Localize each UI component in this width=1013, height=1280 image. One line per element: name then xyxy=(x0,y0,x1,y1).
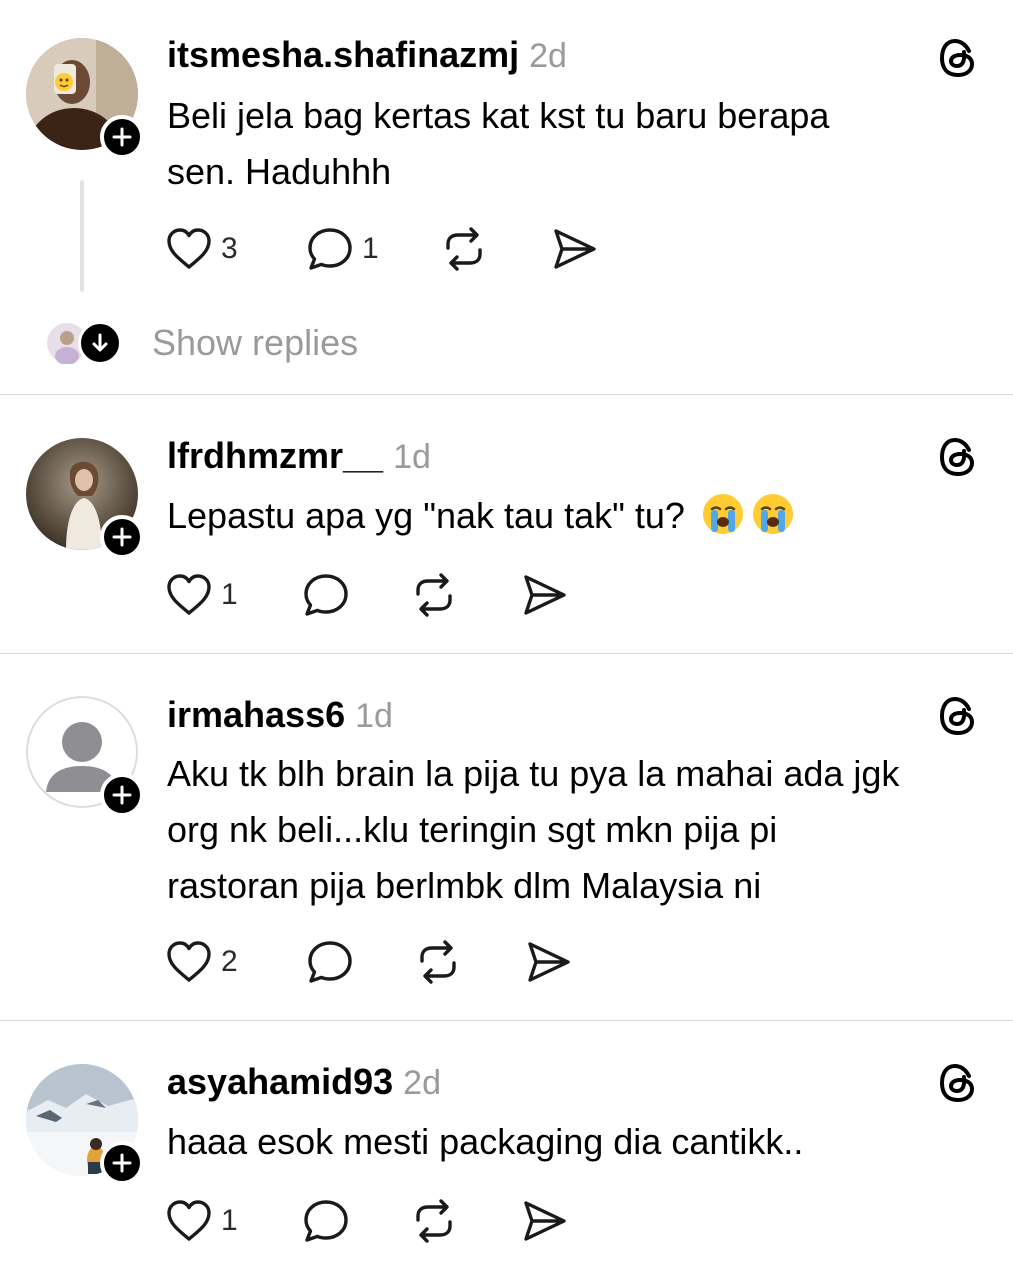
repost-button[interactable] xyxy=(440,226,488,272)
post-text-line: Beli jela bag kertas kat kst tu baru ber… xyxy=(167,95,830,136)
post-1: itsmesha.shafinazmj 2d Beli jela bag kert… xyxy=(0,0,1013,394)
like-button[interactable]: 1 xyxy=(165,1198,238,1244)
post-3: irmahass6 1d Aku tk blh brain la pija tu … xyxy=(0,654,1013,1020)
thread-connector xyxy=(80,180,84,292)
comment-bubble-icon xyxy=(304,1200,348,1242)
post-text-line: Aku tk blh brain la pija tu pya la mahai… xyxy=(167,753,900,794)
comment-bubble-icon xyxy=(308,228,352,270)
reply-count: 1 xyxy=(362,232,379,265)
reply-button[interactable]: 1 xyxy=(306,226,379,272)
post-text: Aku tk blh brain la pija tu pya la mahai… xyxy=(167,746,987,914)
threads-logo-icon[interactable] xyxy=(934,34,982,82)
like-count: 1 xyxy=(221,578,238,611)
username[interactable]: lfrdhmzmr__ xyxy=(167,435,383,476)
send-icon xyxy=(524,1201,566,1241)
plus-icon xyxy=(112,527,132,547)
show-replies-link[interactable]: Show replies xyxy=(152,322,358,364)
username[interactable]: irmahass6 xyxy=(167,694,345,735)
post-text-line: Lepastu apa yg "nak tau tak" tu? xyxy=(167,495,685,536)
loudly-crying-face-icon xyxy=(702,494,743,534)
share-button[interactable] xyxy=(520,1198,568,1244)
post-2: lfrdhmzmr__ 1d Lepastu apa yg "nak tau ta… xyxy=(0,395,1013,653)
heart-icon xyxy=(167,574,211,615)
arrow-down-icon xyxy=(92,333,108,352)
post-text-line: haaa esok mesti packaging dia cantikk.. xyxy=(167,1121,804,1162)
follow-button[interactable] xyxy=(100,773,144,817)
timestamp: 2d xyxy=(529,37,567,75)
repost-icon xyxy=(446,227,482,271)
share-button[interactable] xyxy=(524,939,572,985)
post-text-line: rastoran pija berlmbk dlm Malaysia ni xyxy=(167,865,762,906)
follow-button[interactable] xyxy=(100,515,144,559)
comment-bubble-icon xyxy=(304,574,348,616)
share-button[interactable] xyxy=(520,572,568,618)
post-4: asyahamid93 2d haaa esok mesti packaging … xyxy=(0,1021,1013,1280)
timestamp: 1d xyxy=(355,697,393,735)
post-text: Beli jela bag kertas kat kst tu baru ber… xyxy=(167,88,987,200)
plus-icon xyxy=(112,127,132,147)
threads-logo-icon[interactable] xyxy=(934,433,982,481)
post-text: haaa esok mesti packaging dia cantikk.. xyxy=(167,1114,987,1170)
follow-button[interactable] xyxy=(100,115,144,159)
reply-button[interactable] xyxy=(302,1198,350,1244)
post-text-line: sen. Haduhhh xyxy=(167,151,392,192)
reply-button[interactable] xyxy=(302,572,350,618)
repost-button[interactable] xyxy=(414,939,462,985)
post-text: Lepastu apa yg "nak tau tak" tu? xyxy=(167,488,987,544)
reply-avatars[interactable] xyxy=(46,321,122,365)
reply-button[interactable] xyxy=(306,939,354,985)
loudly-crying-face-icon xyxy=(752,494,793,534)
like-count: 3 xyxy=(221,232,238,265)
send-icon xyxy=(528,942,570,982)
repost-icon xyxy=(416,1199,452,1243)
timestamp: 2d xyxy=(403,1064,441,1102)
expand-replies-button[interactable] xyxy=(78,321,122,365)
threads-logo-icon[interactable] xyxy=(934,1059,982,1107)
heart-icon xyxy=(167,941,211,982)
like-count: 2 xyxy=(221,945,238,978)
heart-icon xyxy=(167,1200,211,1241)
send-icon xyxy=(554,229,596,269)
username[interactable]: itsmesha.shafinazmj xyxy=(167,34,519,75)
like-button[interactable]: 1 xyxy=(165,572,238,618)
repost-button[interactable] xyxy=(410,572,458,618)
threads-logo-icon[interactable] xyxy=(934,692,982,740)
repost-button[interactable] xyxy=(410,1198,458,1244)
like-button[interactable]: 2 xyxy=(165,939,238,985)
comment-bubble-icon xyxy=(308,941,352,983)
follow-button[interactable] xyxy=(100,1141,144,1185)
post-text-line: org nk beli...klu teringin sgt mkn pija … xyxy=(167,809,778,850)
repost-icon xyxy=(416,573,452,617)
repost-icon xyxy=(420,940,456,984)
plus-icon xyxy=(112,785,132,805)
like-button[interactable]: 3 xyxy=(165,226,238,272)
username[interactable]: asyahamid93 xyxy=(167,1061,393,1102)
plus-icon xyxy=(112,1153,132,1173)
timestamp: 1d xyxy=(393,438,431,476)
like-count: 1 xyxy=(221,1204,238,1237)
send-icon xyxy=(524,575,566,615)
share-button[interactable] xyxy=(550,226,598,272)
heart-icon xyxy=(167,228,211,269)
